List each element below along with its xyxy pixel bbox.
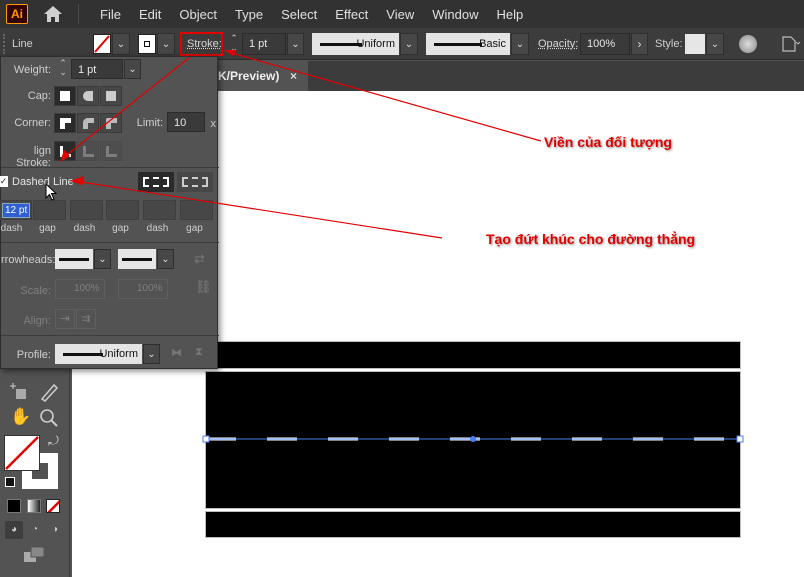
arrowhead-to-align <box>60 150 70 162</box>
arrowhead-stroke-note <box>224 50 236 56</box>
annotation-dashed: Tạo đứt khúc cho đường thẳng <box>486 231 696 247</box>
annotation-arrows <box>60 50 542 239</box>
arrow-line-to-align <box>62 56 191 159</box>
arrowhead-dashed-note <box>70 176 84 185</box>
arrow-line-dashed-note <box>74 180 443 239</box>
annotation-stroke: Viền của đối tượng <box>544 134 672 150</box>
arrow-line-stroke-note <box>227 51 542 142</box>
